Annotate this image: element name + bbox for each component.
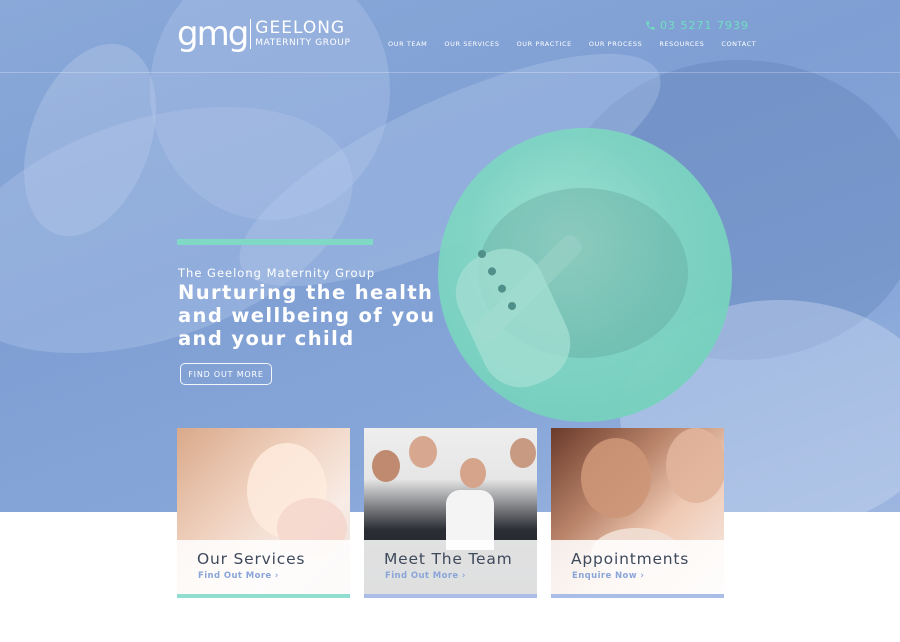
feature-cards: Our Services Find Out More › Meet The Te… xyxy=(177,428,724,598)
phone-number: 03 5271 7939 xyxy=(660,19,749,32)
phone-link[interactable]: 03 5271 7939 xyxy=(645,19,749,32)
nav-item-our-services[interactable]: OUR SERVICES xyxy=(444,40,499,48)
nav-item-resources[interactable]: RESOURCES xyxy=(659,40,704,48)
card-link[interactable]: Enquire Now › xyxy=(572,571,644,581)
site-logo[interactable]: gmg GEELONG MATERNITY GROUP xyxy=(177,17,351,51)
main-nav: OUR TEAM OUR SERVICES OUR PRACTICE OUR P… xyxy=(388,40,756,48)
logo-name-line1: GEELONG xyxy=(255,17,346,38)
nav-item-our-practice[interactable]: OUR PRACTICE xyxy=(517,40,572,48)
card-accent-strip xyxy=(177,594,350,598)
phone-icon xyxy=(646,21,655,30)
accent-bar xyxy=(177,239,373,245)
card-title: Our Services xyxy=(197,550,306,568)
card-appointments[interactable]: Appointments Enquire Now › xyxy=(551,428,724,598)
card-link[interactable]: Find Out More › xyxy=(385,571,466,581)
card-link[interactable]: Find Out More › xyxy=(198,571,279,581)
nav-item-contact[interactable]: CONTACT xyxy=(721,40,756,48)
card-title: Meet The Team xyxy=(384,550,513,568)
card-accent-strip xyxy=(551,594,724,598)
nav-item-our-team[interactable]: OUR TEAM xyxy=(388,40,427,48)
newborn-circle-image xyxy=(438,128,732,422)
card-title: Appointments xyxy=(571,550,690,568)
logo-name-line2: MATERNITY GROUP xyxy=(255,37,351,48)
logo-mark: gmg xyxy=(177,14,249,54)
card-meet-the-team[interactable]: Meet The Team Find Out More › xyxy=(364,428,537,598)
hero-headline: Nurturing the health and wellbeing of yo… xyxy=(178,281,436,350)
logo-separator xyxy=(250,19,252,49)
hero-kicker: The Geelong Maternity Group xyxy=(178,266,376,280)
header-divider xyxy=(0,72,900,73)
nav-item-our-process[interactable]: OUR PROCESS xyxy=(589,40,643,48)
card-accent-strip xyxy=(364,594,537,598)
card-our-services[interactable]: Our Services Find Out More › xyxy=(177,428,350,598)
logo-text: GEELONG MATERNITY GROUP xyxy=(255,17,351,49)
find-out-more-button[interactable]: FIND OUT MORE xyxy=(180,363,272,385)
